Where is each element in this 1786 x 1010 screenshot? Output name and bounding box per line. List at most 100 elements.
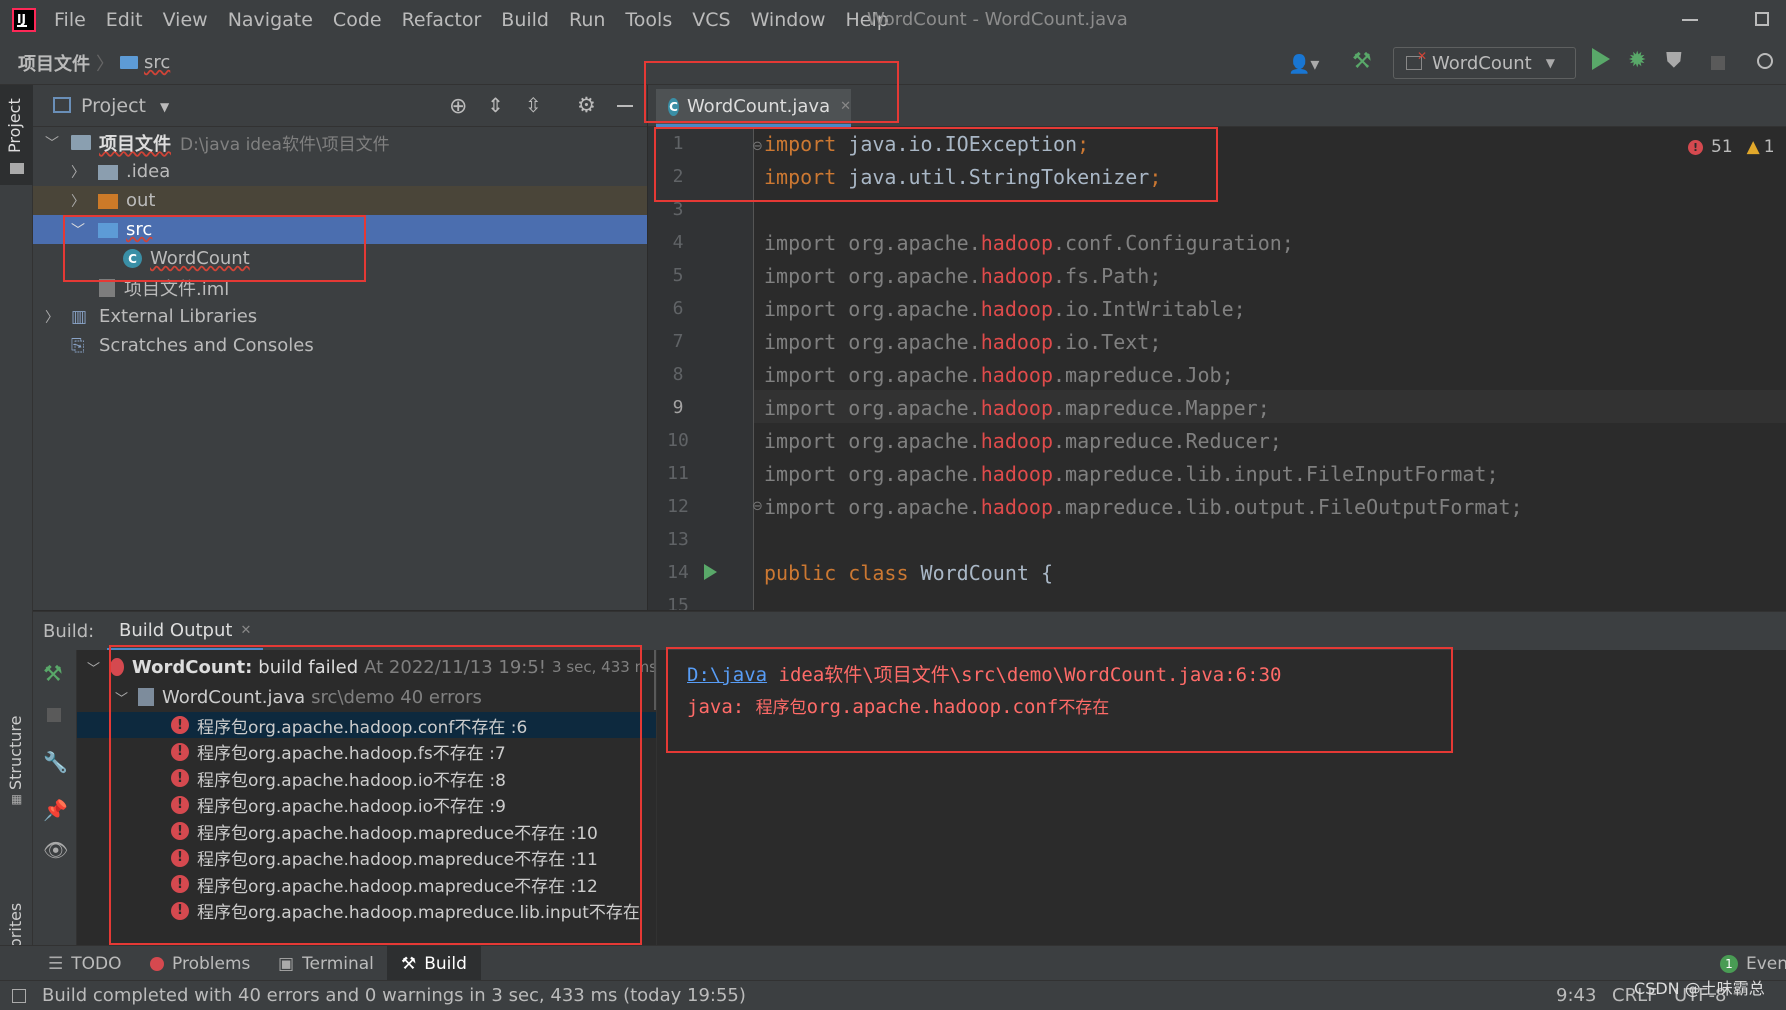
tree-item-iml[interactable]: 项目文件.iml [33,273,647,302]
code-token: .mapreduce.lib.input.FileInputFormat; [1053,461,1499,486]
menu-edit[interactable]: Edit [106,9,143,31]
build-error-item[interactable]: ! 程序包org.apache.hadoop.mapreduce不存在 :11 [77,845,656,871]
build-output-tab[interactable]: Build Output ✕ [107,612,264,651]
code-token: .io.Text; [1053,329,1162,354]
run-config-select[interactable]: ✕ WordCount ▼ [1393,47,1576,79]
code-line: 1 import java.io.IOException; [648,127,1765,160]
stop-icon[interactable] [1711,56,1725,70]
code-token: hadoop [980,230,1053,255]
code-line: 6 import org.apache.hadoop.io.IntWritable… [648,292,1765,325]
menu-file[interactable]: File [54,9,86,31]
source-folder-icon [98,223,118,238]
java-file-icon [138,688,155,706]
menu-build[interactable]: Build [501,9,549,31]
menu-run[interactable]: Run [569,9,605,31]
event-count-badge: 1 [1720,954,1738,973]
fold-marker-icon[interactable]: ⊖ [752,499,763,514]
build-error-item[interactable]: ! 程序包org.apache.hadoop.io不存在 :8 [77,765,656,791]
maximize-button[interactable] [1755,12,1769,26]
watermark: CSDN @土味霸总 [1634,979,1765,998]
tree-item-idea[interactable]: 〉 .idea [33,157,647,186]
menu-navigate[interactable]: Navigate [228,9,313,31]
build-file-item[interactable]: ﹀ WordCount.java src\demo 40 errors [77,682,656,712]
build-root-item[interactable]: ﹀ WordCount: build failed At 2022/11/13 … [77,652,656,682]
gear-icon[interactable]: ⚙ [577,93,596,117]
build-root-status: build failed [258,656,359,678]
caret-position[interactable]: 9:43 [1556,985,1596,1006]
code-token: .fs.Path; [1053,263,1162,288]
fold-marker-icon[interactable]: ⊖ [752,139,763,154]
hide-panel-icon[interactable] [617,105,633,107]
build-hammer-icon[interactable]: ⚒ [43,662,63,687]
user-icon[interactable]: 👤▾ [1288,54,1319,75]
wrench-icon[interactable]: 🔧 [43,750,68,774]
editor-tab-wordcount[interactable]: C WordCount.java ✕ [656,89,851,127]
breadcrumb-folder[interactable]: src [144,52,170,73]
run-config-icon: ✕ [1406,49,1427,70]
build-error-item[interactable]: ! 程序包org.apache.hadoop.conf不存在 :6 [77,712,656,738]
stop-icon[interactable] [47,708,61,722]
tree-item-external-libraries[interactable]: 〉 ▥ External Libraries [33,302,647,331]
line-number: 9 [672,397,684,418]
build-detail-link[interactable]: D:\java [687,664,767,686]
close-icon[interactable]: ✕ [240,623,251,638]
editor-area[interactable]: 1 import java.io.IOException; 2 import java… [648,127,1786,610]
menu-vcs[interactable]: VCS [692,9,730,31]
status-toggle-icon[interactable] [12,989,26,1003]
coverage-icon[interactable]: ⛊ [1666,48,1682,73]
build-hammer-icon[interactable]: ⚒ [1352,49,1372,74]
chevron-down-icon: ﹀ [45,135,59,152]
menu-window[interactable]: Window [751,9,826,31]
tree-item-src[interactable]: ﹀ src [33,215,647,244]
eye-icon[interactable]: 👁 [43,838,68,862]
locate-icon[interactable]: ⊕ [449,94,467,119]
menu-code[interactable]: Code [333,9,382,31]
close-icon[interactable]: ✕ [840,99,851,114]
run-gutter-icon[interactable] [704,564,717,580]
tree-item-root[interactable]: ﹀ 项目文件 D:\java idea软件\项目文件 [33,128,647,157]
search-icon[interactable] [1757,53,1773,69]
tree-item-scratches[interactable]: ⎘ Scratches and Consoles [33,331,647,360]
build-tab-label: Build [424,953,467,974]
menu-view[interactable]: View [163,9,208,31]
chevron-down-icon[interactable]: ▼ [160,100,169,114]
build-error-text: 程序包org.apache.hadoop.mapreduce不存在 :11 [197,850,598,870]
breadcrumb-project[interactable]: 项目文件 [18,50,90,76]
tree-item-wordcount[interactable]: C WordCount [33,244,647,273]
line-number: 8 [672,364,684,385]
inspection-summary[interactable]: ! 51 ▲ 1 [1688,137,1775,157]
warning-count: 1 [1763,137,1775,157]
chevron-right-icon: 〉 [45,309,59,326]
minimize-button[interactable] [1682,19,1698,21]
code-token: hadoop [980,362,1053,387]
build-error-item[interactable]: ! 程序包org.apache.hadoop.mapreduce.lib.inpu… [77,898,656,924]
build-error-item[interactable]: ! 程序包org.apache.hadoop.fs不存在 :7 [77,739,656,765]
build-tab[interactable]: ⚒ Build [387,946,481,981]
pin-icon[interactable]: 📌 [43,798,68,822]
line-number: 1 [672,133,684,154]
menu-refactor[interactable]: Refactor [402,9,482,31]
project-panel-title[interactable]: Project [81,95,146,117]
tree-item-out[interactable]: 〉 out [33,186,647,215]
todo-tab[interactable]: ☰ TODO [48,946,122,981]
build-error-item[interactable]: ! 程序包org.apache.hadoop.mapreduce不存在 :10 [77,818,656,844]
error-icon: ! [171,875,189,893]
tree-root-path: D:\java idea软件\项目文件 [180,135,390,155]
code-text: import java.io.IOException; [764,132,1089,156]
build-error-item[interactable]: ! 程序包org.apache.hadoop.mapreduce不存在 :12 [77,871,656,897]
project-tool-tab-label: Project [5,98,24,153]
terminal-tab[interactable]: ▣ Terminal [278,946,374,981]
code-token: hadoop [980,395,1053,420]
structure-tool-tab[interactable]: Structure [6,716,25,790]
build-error-item[interactable]: ! 程序包org.apache.hadoop.io不存在 :9 [77,792,656,818]
build-tree-panel: ﹀ WordCount: build failed At 2022/11/13 … [77,650,657,945]
run-icon[interactable] [1592,48,1610,70]
problems-tab[interactable]: Problems [150,946,250,981]
line-number: 15 [667,595,689,610]
project-tool-tab[interactable]: Project [0,85,33,185]
expand-all-icon[interactable]: ⇕ [487,93,504,117]
menu-tools[interactable]: Tools [625,9,672,31]
tree-root-name: 项目文件 [99,133,171,155]
collapse-all-icon[interactable]: ⇳ [525,93,542,117]
debug-icon[interactable]: ✹ [1628,48,1646,73]
